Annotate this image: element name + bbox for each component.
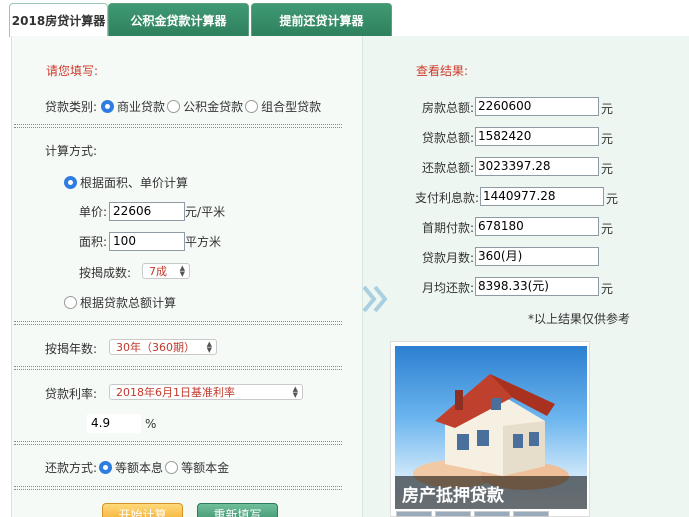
method-total-row: 根据贷款总额计算 (64, 294, 176, 311)
double-arrow-icon (362, 285, 388, 313)
result-note: *以上结果仅供参考 (528, 312, 631, 326)
reset-button[interactable]: 重新填写 (197, 503, 278, 517)
repay-equal-installment-label[interactable]: 等额本息 (115, 459, 163, 476)
panel-divider (362, 36, 363, 517)
ad-thumbnail[interactable] (474, 511, 510, 517)
years-select[interactable]: 30年（360期） ▲ ▼ (109, 339, 217, 355)
form-title: 请您填写: (46, 64, 99, 78)
method-area-label[interactable]: 根据面积、单价计算 (80, 174, 188, 191)
calc-method-label: 计算方式: (45, 144, 98, 158)
result-months[interactable]: 360(月) (475, 247, 599, 266)
result-unit: 元 (601, 282, 614, 296)
area-input[interactable]: 100 (109, 232, 186, 251)
divider (14, 124, 342, 128)
ad-thumbnail[interactable] (435, 511, 471, 517)
loan-type-commercial-radio[interactable] (101, 100, 115, 113)
unit-price-row: 单价: 22606 元/平米 (79, 202, 225, 221)
result-label-monthly: 月均还款: (421, 281, 474, 295)
unit-price-label: 单价: (79, 205, 108, 219)
result-unit: 元 (606, 192, 619, 206)
loan-type-combined-label[interactable]: 组合型贷款 (261, 98, 321, 115)
rate-number-row: 4.9 % (87, 414, 156, 433)
loan-type-fund-label[interactable]: 公积金贷款 (183, 98, 243, 115)
calculate-button[interactable]: 开始计算 (102, 503, 183, 517)
result-repay-total[interactable]: 3023397.28 (475, 157, 599, 176)
rate-number-input[interactable]: 4.9 (87, 414, 141, 433)
area-row: 面积: 100 平方米 (79, 232, 221, 251)
ad-caption: 房产抵押贷款 (395, 476, 587, 509)
loan-type-fund-radio[interactable] (167, 100, 181, 113)
result-label-repay-total: 还款总额: (421, 161, 474, 175)
repay-equal-installment-radio[interactable] (99, 461, 113, 474)
mortgage-ratio-label: 按揭成数: (79, 266, 132, 280)
result-label-house-total: 房款总额: (421, 101, 474, 115)
select-arrows-icon: ▲ ▼ (206, 340, 212, 354)
divider (14, 441, 342, 445)
tab-bar: 2018房贷计算器 公积金贷款计算器 提前还贷计算器 (0, 0, 689, 37)
method-area-row: 根据面积、单价计算 (64, 174, 188, 191)
result-interest[interactable]: 1440977.28 (480, 187, 604, 206)
repay-row: 还款方式: 等额本息 等额本金 (45, 459, 229, 476)
result-unit: 元 (601, 162, 614, 176)
tab-mortgage-calculator[interactable]: 2018房贷计算器 (9, 3, 108, 37)
rate-unit: % (145, 416, 157, 431)
rate-value: 2018年6月1日基准利率 (116, 386, 235, 399)
method-area-radio[interactable] (64, 176, 77, 189)
select-arrows-icon: ▲ ▼ (292, 385, 298, 399)
result-label-down-payment: 首期付款: (421, 221, 474, 235)
repay-equal-principal-radio[interactable] (165, 461, 179, 474)
repay-equal-principal-label[interactable]: 等额本金 (181, 459, 229, 476)
result-down-payment[interactable]: 678180 (475, 217, 599, 236)
tab-prepayment-calculator[interactable]: 提前还贷计算器 (251, 3, 392, 36)
ad-thumbnail[interactable] (513, 511, 549, 517)
loan-type-commercial-label[interactable]: 商业贷款 (117, 98, 165, 115)
loan-type-row: 贷款类别: 商业贷款 公积金贷款 组合型贷款 (45, 98, 321, 115)
result-loan-total[interactable]: 1582420 (475, 127, 599, 146)
results-title: 查看结果: (416, 64, 469, 78)
result-label-months: 贷款月数: (421, 251, 474, 265)
result-unit: 元 (601, 102, 614, 116)
method-total-radio[interactable] (64, 296, 77, 309)
rate-select[interactable]: 2018年6月1日基准利率 ▲ ▼ (109, 384, 303, 400)
unit-price-input[interactable]: 22606 (109, 202, 186, 221)
result-label-interest: 支付利息款: (414, 191, 479, 205)
years-label: 按揭年数: (45, 342, 98, 356)
ad-thumbnail[interactable] (396, 511, 432, 517)
mortgage-ratio-select[interactable]: 7成 ▲ ▼ (142, 263, 190, 279)
result-label-loan-total: 贷款总额: (421, 131, 474, 145)
result-monthly[interactable]: 8398.33(元) (475, 277, 599, 296)
result-unit: 元 (601, 132, 614, 146)
ad-thumbnail-strip (396, 511, 549, 517)
tab-provident-fund-calculator[interactable]: 公积金贷款计算器 (108, 3, 249, 36)
area-label: 面积: (79, 235, 108, 249)
ad-image: 房产抵押贷款 (395, 346, 587, 509)
method-total-label[interactable]: 根据贷款总额计算 (80, 294, 176, 311)
mortgage-ratio-value: 7成 (149, 265, 167, 278)
divider (14, 486, 342, 490)
area-unit: 平方米 (185, 235, 222, 249)
result-house-total[interactable]: 2260600 (475, 97, 599, 116)
unit-price-unit: 元/平米 (185, 205, 226, 219)
result-unit: 元 (601, 222, 614, 236)
select-arrows-icon: ▲ ▼ (179, 264, 185, 278)
divider (14, 366, 342, 370)
loan-type-combined-radio[interactable] (245, 100, 259, 113)
divider (14, 321, 342, 325)
ad-banner[interactable]: 房产抵押贷款 (390, 341, 590, 517)
loan-type-label: 贷款类别: (45, 100, 98, 114)
years-value: 30年（360期） (116, 341, 195, 354)
rate-label: 贷款利率: (45, 387, 98, 401)
repay-label: 还款方式: (45, 461, 98, 475)
